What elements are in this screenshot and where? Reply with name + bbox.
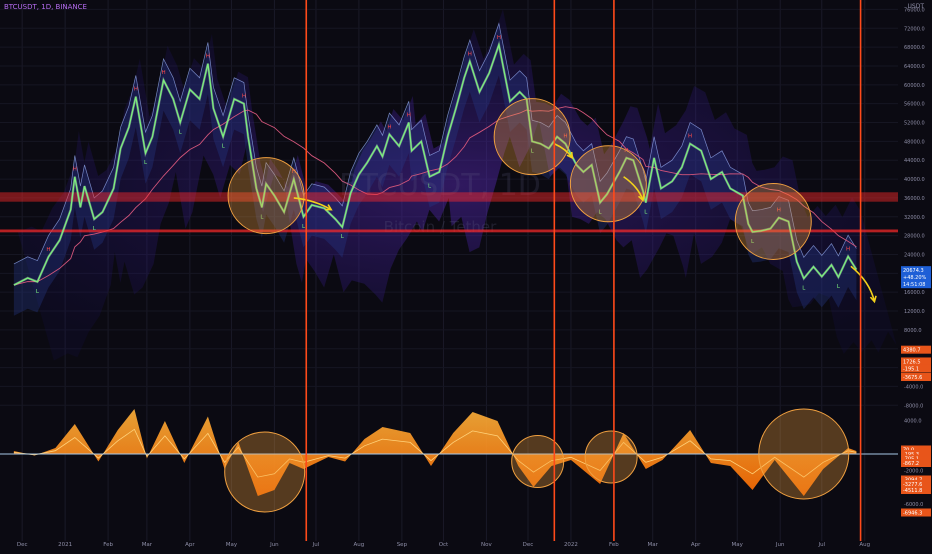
oscillator-highlight-circle xyxy=(758,408,850,500)
y-tick-label: -8000.0 xyxy=(904,403,923,409)
y-tick-label: 64000.0 xyxy=(904,64,925,70)
oscillator-area xyxy=(13,409,857,496)
y-tick-label: 12000.0 xyxy=(904,309,925,315)
y-tick-label: 48000.0 xyxy=(904,139,925,145)
pivot-high-label: H xyxy=(497,35,501,41)
oscillator-tick-label: 4000.0 xyxy=(904,419,922,425)
pivot-high-label: H xyxy=(407,113,411,119)
x-tick-label: Jul xyxy=(817,542,825,548)
x-tick-label: Apr xyxy=(691,542,701,548)
pivot-high-label: H xyxy=(688,134,692,140)
y-tick-label: 72000.0 xyxy=(904,26,925,32)
y-tick-label: 36000.0 xyxy=(904,196,925,202)
chart-stage[interactable]: BTCUSDT, 1D, BINANCE USDT BTCUSDT, 1D Bit… xyxy=(0,0,932,550)
pivot-high-label: H xyxy=(846,246,850,252)
pivot-high-label: H xyxy=(161,70,165,76)
oscillator-tick-label: -6000.0 xyxy=(904,502,923,508)
price-marker-label: -3675.6 xyxy=(903,375,922,381)
oscillator-highlight-circle xyxy=(224,431,306,513)
y-tick-label: 68000.0 xyxy=(904,45,925,51)
price-marker-label: 4380.7 xyxy=(903,348,921,354)
y-tick-label: 44000.0 xyxy=(904,158,925,164)
x-tick-label: 2021 xyxy=(58,542,72,548)
symbol-title: BTCUSDT, 1D, BINANCE xyxy=(4,3,87,11)
x-tick-label: Aug xyxy=(354,542,365,548)
y-tick-label: 16000.0 xyxy=(904,290,925,296)
x-tick-label: Jun xyxy=(269,542,279,548)
x-tick-label: Nov xyxy=(481,542,492,548)
pivot-high-label: H xyxy=(134,87,138,93)
x-tick-label: May xyxy=(226,542,238,548)
x-tick-label: Jun xyxy=(775,542,785,548)
y-tick-label: 56000.0 xyxy=(904,102,925,108)
x-tick-label: Sep xyxy=(397,542,408,548)
x-tick-label: Dec xyxy=(17,542,28,548)
oscillator-tick-label: -2000.0 xyxy=(904,469,923,475)
y-tick-label: 52000.0 xyxy=(904,121,925,127)
x-tick-label: Apr xyxy=(185,542,195,548)
oscillator-marker-label: -6946.3 xyxy=(903,511,922,517)
x-tick-label: 2022 xyxy=(564,542,578,548)
pivot-high-label: H xyxy=(46,247,50,253)
highlight-circle xyxy=(569,145,647,223)
y-tick-label: 24000.0 xyxy=(904,252,925,258)
y-tick-label: 32000.0 xyxy=(904,215,925,221)
oscillator-highlight-circle xyxy=(511,435,565,488)
pivot-high-label: H xyxy=(387,124,391,130)
y-tick-label: 60000.0 xyxy=(904,83,925,89)
x-tick-label: Feb xyxy=(609,542,619,548)
y-tick-label: 40000.0 xyxy=(904,177,925,183)
price-chart[interactable]: BTCUSDT, 1DBitcoin / TetherHHHHHHHHHHHHH… xyxy=(0,0,932,550)
oscillator-marker-label: -867.2 xyxy=(903,461,919,467)
y-tick-label: 8000.0 xyxy=(904,328,922,334)
x-tick-label: Mar xyxy=(142,542,153,548)
price-marker-label: -195.1 xyxy=(903,367,919,373)
y-tick-label: -4000.0 xyxy=(904,384,923,390)
x-tick-label: Dec xyxy=(523,542,534,548)
currency-label: USDT xyxy=(907,3,925,10)
highlight-circle xyxy=(734,182,812,260)
x-tick-label: Oct xyxy=(439,542,449,548)
x-tick-label: Mar xyxy=(648,542,659,548)
x-tick-label: Jul xyxy=(312,542,320,548)
oscillator-highlight-circle xyxy=(584,430,638,484)
y-tick-label: 28000.0 xyxy=(904,234,925,240)
x-tick-label: May xyxy=(732,542,744,548)
pivot-high-label: H xyxy=(73,167,77,173)
oscillator-marker-label: -4511.8 xyxy=(903,488,922,494)
pivot-high-label: H xyxy=(242,94,246,100)
price-marker-label: 14:51:08 xyxy=(903,282,925,288)
watermark-name: Bitcoin / Tether xyxy=(384,218,497,236)
highlight-circle xyxy=(227,157,305,235)
x-tick-label: Feb xyxy=(103,542,113,548)
highlight-circle xyxy=(493,98,571,176)
pivot-high-label: H xyxy=(468,51,472,57)
x-tick-label: Aug xyxy=(859,542,870,548)
pivot-high-label: H xyxy=(206,54,210,60)
